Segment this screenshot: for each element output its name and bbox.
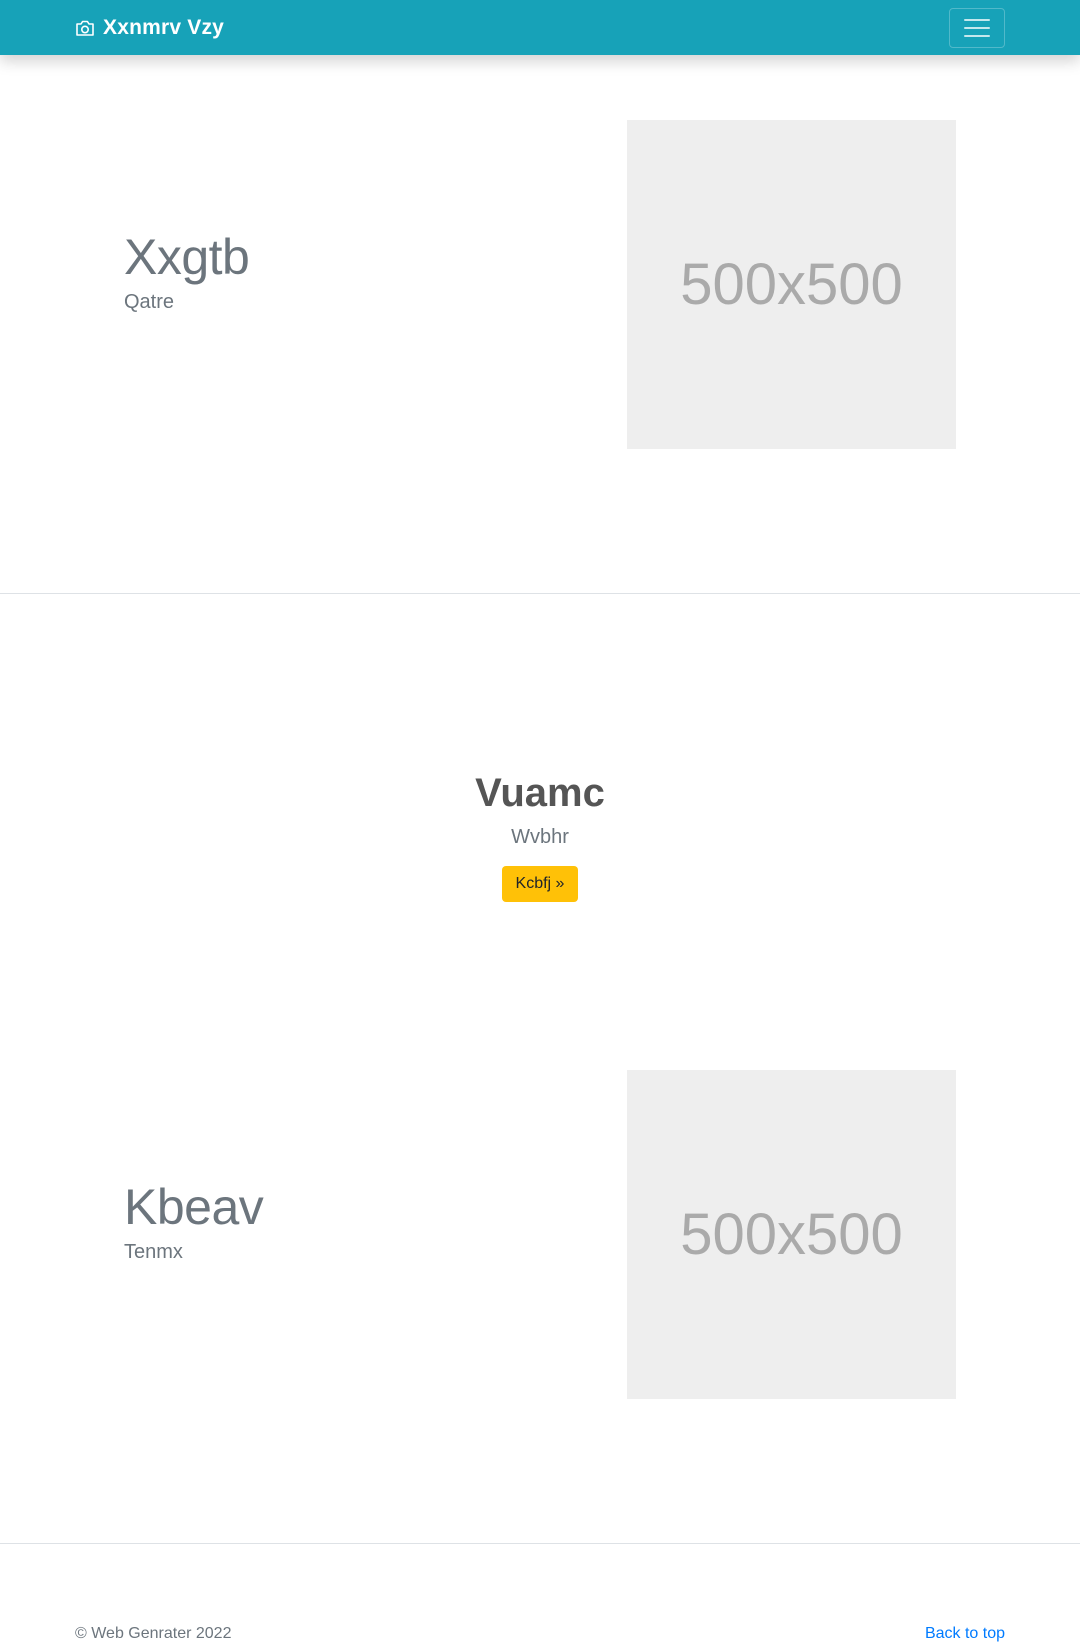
placeholder-image: 500x500 xyxy=(627,1070,956,1399)
section-divider xyxy=(0,1543,1080,1544)
feature-lead: Qatre xyxy=(124,291,175,313)
feature-heading: Kbeav xyxy=(124,1179,264,1235)
cta-subtitle: Wvbhr xyxy=(511,826,569,848)
feature-text-block: Xxgtb Qatre xyxy=(124,229,250,314)
navbar: Xxnmrv Vzy xyxy=(0,0,1080,55)
menu-toggle-button[interactable] xyxy=(949,8,1005,48)
copyright-text: © Web Genrater 2022 xyxy=(75,1625,232,1642)
cta-button[interactable]: Kcbfj » xyxy=(501,866,579,903)
feature-section-2: Kbeav Tenmx 500x500 xyxy=(0,1000,1080,1543)
placeholder-image: 500x500 xyxy=(627,120,956,449)
cta-title: Vuamc xyxy=(475,771,605,815)
camera-icon xyxy=(76,20,94,36)
feature-text-block: Kbeav Tenmx xyxy=(124,1179,264,1264)
section-divider xyxy=(0,593,1080,594)
cta-section: Vuamc Wvbhr Kcbfj » xyxy=(0,770,1080,903)
hamburger-icon xyxy=(964,19,990,37)
feature-section-1: Xxgtb Qatre 500x500 xyxy=(0,0,1080,593)
back-to-top-link[interactable]: Back to top xyxy=(925,1625,1005,1643)
feature-lead: Tenmx xyxy=(124,1241,183,1263)
brand-link[interactable]: Xxnmrv Vzy xyxy=(75,0,224,55)
feature-heading: Xxgtb xyxy=(124,229,250,285)
brand-title: Xxnmrv Vzy xyxy=(103,15,225,39)
